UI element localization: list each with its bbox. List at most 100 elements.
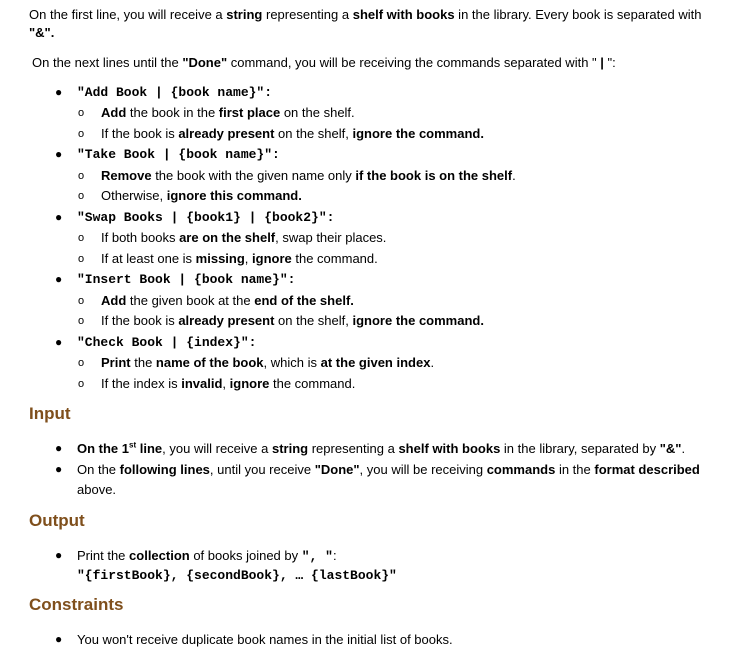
text-bold: following lines <box>119 462 210 477</box>
text-bold: line <box>136 441 163 456</box>
text: command, you will be receiving the comma… <box>227 55 601 70</box>
text: If the book is <box>101 126 179 141</box>
text: , swap their places. <box>275 230 387 245</box>
text-bold: name of the book <box>155 355 264 370</box>
separator-text: "&". <box>29 25 55 40</box>
text: On the <box>77 462 120 477</box>
text: Print the <box>77 548 130 563</box>
text: If the book is <box>101 313 179 328</box>
circle-bullet-icon: o <box>78 232 85 244</box>
input-heading: Input <box>29 404 71 423</box>
text: On the first line, you will receive a <box>29 7 227 22</box>
text: the book in the <box>126 105 219 120</box>
circle-bullet-icon: o <box>78 170 85 182</box>
text: the given book at the <box>126 293 255 308</box>
text: representing a <box>262 7 353 22</box>
text: , you will receive a <box>162 441 272 456</box>
circle-bullet-icon: o <box>78 107 85 119</box>
circle-bullet-icon: o <box>78 315 85 327</box>
text-bold: On the 1 <box>77 441 130 456</box>
command-detail: Print the name of the book, which is at … <box>101 354 726 371</box>
text: , which is <box>263 355 321 370</box>
bullet-icon: ● <box>55 85 63 99</box>
text-bold: string <box>226 7 263 22</box>
constraints-heading: Constraints <box>29 595 124 614</box>
text-bold: invalid <box>181 376 223 391</box>
text: , until you receive <box>209 462 315 477</box>
bullet-icon: ● <box>55 335 63 349</box>
text-bold: Print <box>101 355 131 370</box>
text: Otherwise, <box>101 188 167 203</box>
command-syntax: "Check Book | {index}": <box>77 335 257 350</box>
text-bold: already present <box>178 313 275 328</box>
text: in the library. Every book is separated … <box>454 7 702 22</box>
text: , <box>222 376 230 391</box>
text: in the library, separated by <box>500 441 660 456</box>
text: on the shelf. <box>280 105 355 120</box>
command-detail: Remove the book with the given name only… <box>101 167 726 184</box>
command-syntax: "Swap Books | {book1} | {book2}": <box>77 210 335 225</box>
text-bold: ignore the command. <box>352 313 484 328</box>
text: the command. <box>269 376 356 391</box>
text: If both books <box>101 230 180 245</box>
text-bold: string <box>271 441 309 456</box>
text: representing a <box>308 441 399 456</box>
command-detail: If the index is invalid, ignore the comm… <box>101 375 726 392</box>
text: If at least one is <box>101 251 196 266</box>
text: the book with the given name only <box>151 168 356 183</box>
text: in the <box>555 462 595 477</box>
circle-bullet-icon: o <box>78 128 85 140</box>
text-bold: are on the shelf <box>179 230 276 245</box>
text: , <box>244 251 253 266</box>
text: . <box>681 441 686 456</box>
command-detail: Add the book in the first place on the s… <box>101 104 726 121</box>
text-bold: format described <box>594 462 700 477</box>
text-bold: "Done" <box>314 462 360 477</box>
circle-bullet-icon: o <box>78 357 85 369</box>
command-detail: Add the given book at the end of the she… <box>101 292 726 309</box>
bullet-icon: ● <box>55 210 63 224</box>
text-bold: at the given index <box>320 355 431 370</box>
text: . <box>512 168 516 183</box>
text-bold: ignore <box>229 376 270 391</box>
command-detail: If the book is already present on the sh… <box>101 125 726 142</box>
intro-paragraph-line2: "&". <box>29 24 728 41</box>
text: on the shelf, <box>274 313 353 328</box>
text-bold: "Done" <box>182 55 228 70</box>
text-bold: commands <box>486 462 556 477</box>
bullet-icon: ● <box>55 632 63 646</box>
command-detail: Otherwise, ignore this command. <box>101 187 726 204</box>
circle-bullet-icon: o <box>78 378 85 390</box>
text: ": <box>603 55 616 70</box>
command-detail: If both books are on the shelf, swap the… <box>101 229 726 246</box>
text-bold: ignore this command. <box>166 188 302 203</box>
bullet-icon: ● <box>55 548 63 562</box>
constraints-bullet: You won't receive duplicate book names i… <box>77 632 453 647</box>
text-bold: already present <box>178 126 275 141</box>
text: the <box>130 355 156 370</box>
text-bold: if the book is on the shelf <box>355 168 513 183</box>
document-page: On the first line, you will receive a st… <box>0 0 734 665</box>
bullet-icon: ● <box>55 462 63 476</box>
circle-bullet-icon: o <box>78 190 85 202</box>
bullet-icon: ● <box>55 441 63 455</box>
text: the command. <box>291 251 378 266</box>
command-detail: If the book is already present on the sh… <box>101 312 726 329</box>
text: of books joined by <box>189 548 302 563</box>
text-bold: shelf with books <box>398 441 501 456</box>
input-bullet: On the 1st line, you will receive a stri… <box>77 440 726 457</box>
output-bullet: Print the collection of books joined by … <box>77 547 726 565</box>
separator-code: ", " <box>301 549 333 564</box>
command-syntax: "Take Book | {book name}": <box>77 147 280 162</box>
text-bold: ignore the command. <box>352 126 484 141</box>
text-bold: Add <box>101 105 127 120</box>
text-bold: shelf with books <box>352 7 455 22</box>
commands-intro: On the next lines until the "Done" comma… <box>32 54 728 71</box>
text: on the shelf, <box>274 126 353 141</box>
command-syntax: "Add Book | {book name}": <box>77 85 273 100</box>
output-heading: Output <box>29 511 85 530</box>
text: : <box>332 548 337 563</box>
text: If the index is <box>101 376 182 391</box>
output-format: "{firstBook}, {secondBook}, … {lastBook}… <box>77 568 397 583</box>
bullet-icon: ● <box>55 272 63 286</box>
